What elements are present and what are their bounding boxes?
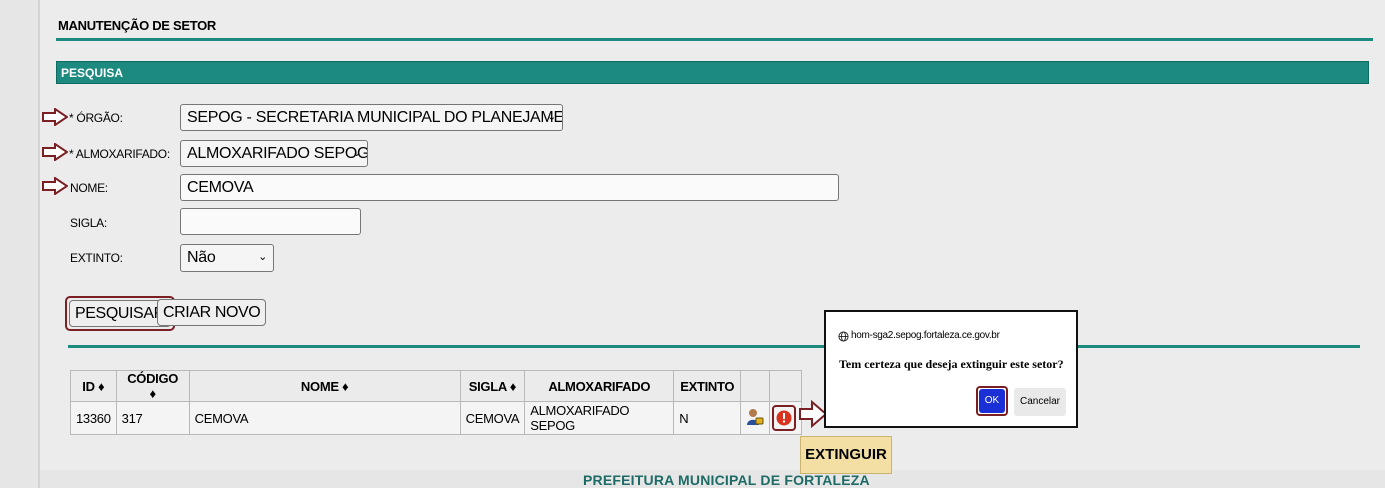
orgao-select[interactable]: SEPOG - SECRETARIA MUNICIPAL DO PLANEJAM… (180, 104, 563, 131)
chevron-down-icon: ⌄ (547, 111, 556, 123)
globe-icon (838, 331, 849, 342)
chevron-down-icon: ⌄ (258, 251, 267, 263)
search-section-header: PESQUISA (56, 61, 1369, 84)
extinto-select[interactable]: Não ⌄ (180, 244, 274, 272)
dialog-origin: hom-sga2.sepog.fortaleza.ce.gov.br (851, 330, 1000, 341)
col-header-id[interactable]: ID ♦ (70, 370, 117, 402)
title-divider (56, 38, 1373, 41)
ok-button-highlight: OK (976, 386, 1008, 416)
cell-codigo: 317 (115, 401, 190, 435)
orgao-label: * ÓRGÃO: (69, 111, 123, 125)
cell-nome: CEMOVA (188, 401, 461, 435)
extinto-label: EXTINTO: (70, 251, 123, 265)
col-header-action1 (740, 370, 771, 402)
arrow-pointer-icon (42, 143, 68, 161)
new-button[interactable]: CRIAR NOVO (157, 299, 267, 326)
dialog-message: Tem certeza que deseja extinguir este se… (839, 357, 1064, 371)
extinguish-tooltip: EXTINGUIR (800, 436, 892, 474)
cell-action-user (740, 401, 771, 435)
cell-almoxarifado: ALMOXARIFADO SEPOG (524, 401, 675, 435)
sigla-label: SIGLA: (70, 216, 107, 230)
almoxarifado-label: * ALMOXARIFADO: (69, 147, 170, 161)
arrow-pointer-icon (42, 177, 68, 195)
page-title: MANUTENÇÃO DE SETOR (58, 18, 217, 33)
dialog-ok-button[interactable]: OK (979, 389, 1005, 413)
cell-sigla: CEMOVA (459, 401, 526, 435)
col-header-almoxarifado: ALMOXARIFADO (524, 370, 675, 402)
nome-label: NOME: (70, 181, 108, 195)
dialog-cancel-button[interactable]: Cancelar (1014, 388, 1066, 416)
arrow-pointer-icon (42, 108, 68, 126)
cell-extinto: N (673, 401, 742, 435)
search-button[interactable]: PESQUISAR (69, 300, 171, 327)
extinguish-button[interactable] (772, 405, 797, 431)
col-header-nome[interactable]: NOME ♦ (188, 370, 461, 402)
results-table: ID ♦ CÓDIGO ♦ NOME ♦ SIGLA ♦ ALMOXARIFAD… (70, 370, 803, 435)
col-header-sigla[interactable]: SIGLA ♦ (459, 370, 526, 402)
footer-text: PREFEITURA MUNICIPAL DE FORTALEZA (583, 472, 870, 488)
nome-input[interactable]: CEMOVA (180, 174, 839, 201)
col-header-extinto: EXTINTO (673, 370, 742, 402)
chevron-down-icon: ⌄ (352, 147, 361, 159)
cell-action-extinguish (769, 401, 803, 435)
almoxarifado-select[interactable]: ALMOXARIFADO SEPOG ⌄ (180, 140, 368, 167)
col-header-action2 (769, 370, 803, 402)
sigla-input[interactable] (180, 208, 361, 235)
table-row: 13360 317 CEMOVA CEMOVA ALMOXARIFADO SEP… (70, 401, 803, 435)
col-header-codigo[interactable]: CÓDIGO ♦ (115, 370, 190, 402)
confirm-dialog: hom-sga2.sepog.fortaleza.ce.gov.br Tem c… (824, 310, 1078, 428)
user-lock-icon[interactable] (746, 408, 764, 426)
results-divider (68, 345, 1360, 348)
cell-id: 13360 (70, 401, 117, 435)
extinguish-icon (776, 410, 792, 426)
